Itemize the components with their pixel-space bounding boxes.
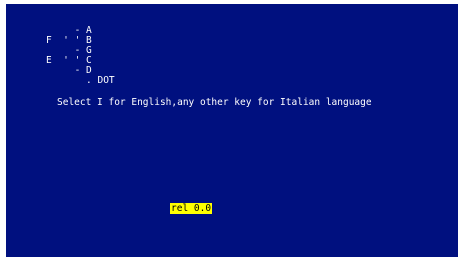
segment-line-e-c: E ' ' C [46,55,92,66]
console-screen[interactable]: - A F ' ' B - G E ' ' C - D . DOT Select… [6,4,458,257]
segment-line-d: - D [46,65,92,76]
segment-line-f-b: F ' ' B [46,35,92,46]
segment-line-dot: . DOT [46,75,115,86]
segment-line-a: - A [46,25,92,36]
release-version-label: rel 0.0 [170,203,213,214]
language-selection-prompt: Select I for English,any other key for I… [57,97,372,108]
segment-line-g: - G [46,45,92,56]
